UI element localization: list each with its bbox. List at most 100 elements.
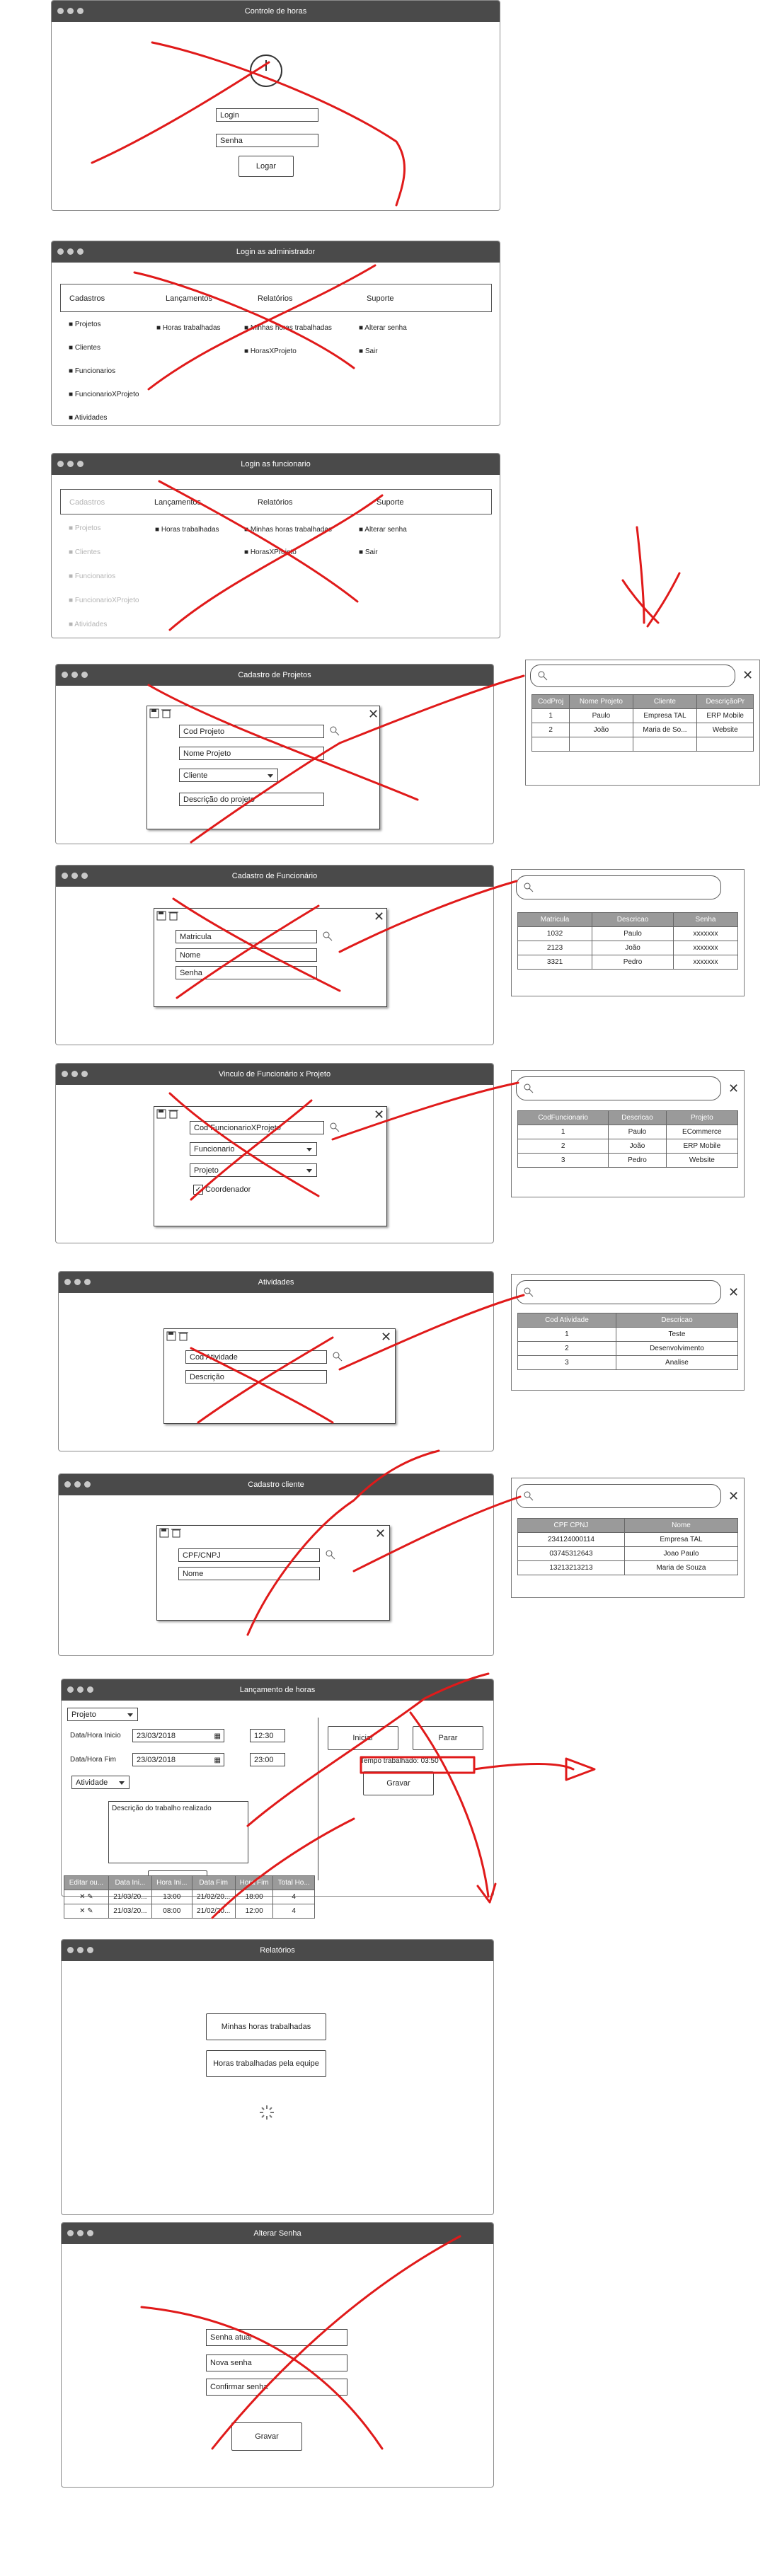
table-row[interactable]: ✕ ✎ 21/03/20... 13:00 21/02/20... 18:00 4 <box>64 1890 315 1904</box>
menu-lancamentos[interactable]: Lançamentos <box>154 498 201 507</box>
trash-icon[interactable] <box>161 708 171 718</box>
search-icon[interactable] <box>326 1550 335 1560</box>
calendar-icon[interactable]: ▦ <box>214 1730 221 1742</box>
projetos-search-input[interactable] <box>530 665 735 687</box>
search-icon[interactable] <box>330 1122 340 1132</box>
menu-suporte[interactable]: Suporte <box>367 294 394 303</box>
table-row[interactable]: ✕ ✎ 21/03/20... 08:00 21/02/20... 12:00 4 <box>64 1904 315 1919</box>
confirmar-senha-input[interactable]: Confirmar senha <box>206 2379 347 2396</box>
nome-input[interactable]: Nome <box>178 1567 320 1580</box>
close-icon[interactable]: ✕ <box>728 1490 739 1502</box>
inicio-date-input[interactable]: 23/03/2018 ▦ <box>132 1729 224 1742</box>
close-icon[interactable]: ✕ <box>728 1082 739 1095</box>
descricao-projeto-input[interactable]: Descrição do projeto <box>179 793 324 806</box>
close-icon[interactable]: ✕ <box>375 1527 386 1540</box>
table-row[interactable]: 234124000114 Empresa TAL <box>517 1532 739 1547</box>
menu-lancamentos[interactable]: Lançamentos <box>166 294 212 303</box>
trash-icon[interactable] <box>178 1330 188 1341</box>
menu-item-alterar-senha[interactable]: ■ Alterar senha <box>359 324 407 332</box>
nome-input[interactable]: Nome <box>176 948 317 962</box>
login-input[interactable]: Login <box>216 108 318 122</box>
cod-atividade-input[interactable]: Cod Atividade <box>185 1350 327 1364</box>
atividades-search-input[interactable] <box>516 1280 721 1304</box>
descricao-input[interactable]: Descrição <box>185 1370 327 1384</box>
table-row[interactable]: 3321 Pedro xxxxxxx <box>517 955 738 970</box>
trash-icon[interactable] <box>168 910 178 921</box>
table-row[interactable]: 1 Teste <box>517 1327 739 1342</box>
horas-equipe-button[interactable]: Horas trabalhadas pela equipe <box>206 2050 326 2077</box>
menu-item-horas-trabalhadas[interactable]: ■ Horas trabalhadas <box>156 324 221 332</box>
cliente-select[interactable]: Cliente <box>179 769 278 782</box>
senha-atual-input[interactable]: Senha atual <box>206 2329 347 2346</box>
close-icon[interactable]: ✕ <box>374 910 384 923</box>
menu-relatorios[interactable]: Relatórios <box>258 294 293 303</box>
close-icon[interactable]: ✕ <box>728 1286 739 1299</box>
nova-senha-input[interactable]: Nova senha <box>206 2354 347 2371</box>
menu-suporte[interactable]: Suporte <box>377 498 404 507</box>
menu-relatorios[interactable]: Relatórios <box>258 498 293 507</box>
table-row[interactable]: 1 Paulo ECommerce <box>517 1125 739 1139</box>
vinculo-search-input[interactable] <box>516 1076 721 1100</box>
funcionario-select[interactable]: Funcionario <box>190 1142 317 1156</box>
gravar-senha-button[interactable]: Gravar <box>231 2422 302 2451</box>
calendar-icon[interactable]: ▦ <box>214 1754 221 1766</box>
save-icon[interactable] <box>166 1331 176 1341</box>
table-row[interactable]: 2 Desenvolvimento <box>517 1341 739 1356</box>
projeto-select[interactable]: Projeto <box>190 1163 317 1177</box>
menu-item-sair[interactable]: ■ Sair <box>359 347 378 355</box>
gravar-timer-button[interactable]: Gravar <box>363 1771 434 1795</box>
menu-cadastros[interactable]: Cadastros <box>69 294 105 303</box>
funcionario-search-input[interactable] <box>516 875 721 899</box>
cpf-cnpj-input[interactable]: CPF/CNPJ <box>178 1548 320 1562</box>
close-icon[interactable]: ✕ <box>742 669 753 682</box>
atividade-select[interactable]: Atividade <box>71 1776 130 1789</box>
table-row[interactable] <box>531 737 754 752</box>
menu-item-horas-trabalhadas[interactable]: ■ Horas trabalhadas <box>155 526 219 534</box>
iniciar-button[interactable]: Iniciar <box>328 1726 398 1750</box>
parar-button[interactable]: Parar <box>413 1726 483 1750</box>
search-icon[interactable] <box>333 1352 343 1362</box>
table-row[interactable]: 2123 João xxxxxxx <box>517 941 738 955</box>
fim-time-input[interactable]: 23:00 <box>250 1753 285 1766</box>
save-icon[interactable] <box>156 1109 166 1119</box>
inicio-time-input[interactable]: 12:30 <box>250 1729 285 1742</box>
fim-date-input[interactable]: 23/03/2018 ▦ <box>132 1753 224 1766</box>
login-button[interactable]: Logar <box>239 156 294 177</box>
edit-icon[interactable]: ✎ <box>87 1893 93 1901</box>
nome-projeto-input[interactable]: Nome Projeto <box>179 747 324 760</box>
cod-funcionarioxprojeto-input[interactable]: Cod FuncionarioXProjeto <box>190 1121 324 1134</box>
menu-item-horasxprojeto[interactable]: ■ HorasXProjeto <box>244 548 297 556</box>
delete-icon[interactable]: ✕ <box>79 1907 85 1915</box>
trash-icon[interactable] <box>171 1527 181 1538</box>
menu-item-funcionarioxprojeto[interactable]: ■ FuncionarioXProjeto <box>69 391 139 398</box>
close-icon[interactable]: ✕ <box>374 1108 384 1121</box>
menu-item-minhas-horas[interactable]: ■ Minhas horas trabalhadas <box>244 526 332 534</box>
cliente-search-input[interactable] <box>516 1484 721 1508</box>
menu-item-sair[interactable]: ■ Sair <box>359 548 378 556</box>
delete-icon[interactable]: ✕ <box>79 1893 85 1901</box>
menu-item-clientes[interactable]: ■ Clientes <box>69 344 100 352</box>
senha-input[interactable]: Senha <box>176 966 317 979</box>
save-icon[interactable] <box>159 1528 169 1538</box>
save-icon[interactable] <box>156 911 166 921</box>
table-row[interactable]: 13213213213 Maria de Souza <box>517 1560 739 1575</box>
menu-item-horasxprojeto[interactable]: ■ HorasXProjeto <box>244 347 297 355</box>
close-icon[interactable]: ✕ <box>368 708 379 720</box>
menu-item-funcionarios[interactable]: ■ Funcionarios <box>69 367 115 375</box>
table-row[interactable]: 03745312643 Joao Paulo <box>517 1546 739 1561</box>
projeto-select[interactable]: Projeto <box>67 1708 138 1721</box>
table-row[interactable]: 2 João ERP Mobile <box>517 1139 739 1154</box>
search-icon[interactable] <box>323 931 333 941</box>
cod-projeto-input[interactable]: Cod Projeto <box>179 725 324 738</box>
menu-item-alterar-senha[interactable]: ■ Alterar senha <box>359 526 407 534</box>
close-icon[interactable]: ✕ <box>381 1330 391 1343</box>
table-row[interactable]: 3 Analise <box>517 1355 739 1370</box>
trash-icon[interactable] <box>168 1108 178 1119</box>
descricao-textarea[interactable]: Descrição do trabalho realizado <box>108 1801 248 1863</box>
save-icon[interactable] <box>149 708 159 718</box>
coordenador-checkbox[interactable]: ✓ Coordenador <box>193 1185 251 1195</box>
menu-item-atividades[interactable]: ■ Atividades <box>69 414 107 422</box>
search-icon[interactable] <box>330 726 340 736</box>
table-row[interactable]: 1 Paulo Empresa TAL ERP Mobile <box>531 708 754 723</box>
menu-item-minhas-horas[interactable]: ■ Minhas horas trabalhadas <box>244 324 332 332</box>
